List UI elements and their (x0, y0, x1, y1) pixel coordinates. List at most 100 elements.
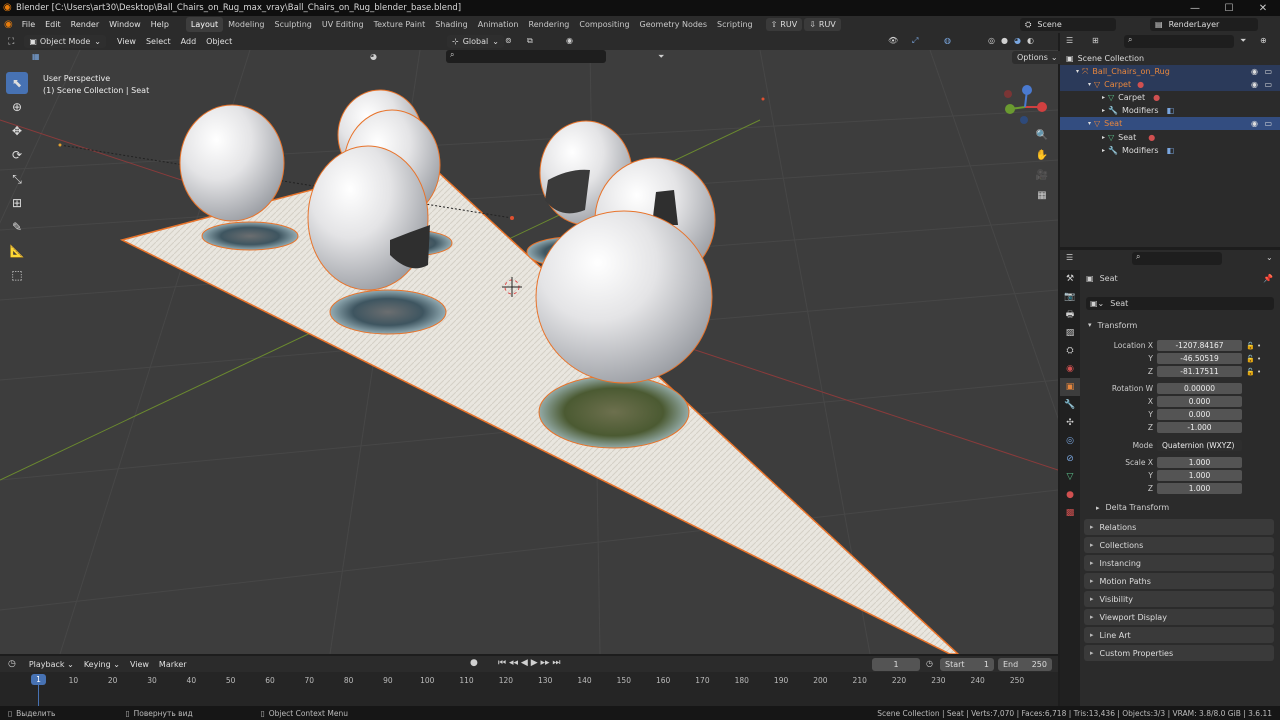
tab-uv-editing[interactable]: UV Editing (317, 17, 369, 32)
scale-z-field[interactable]: 1.000 (1157, 483, 1242, 494)
outliner-search-input[interactable]: ⌕ (1124, 35, 1234, 48)
lock-icon[interactable]: 🔓 • (1246, 340, 1270, 353)
scale-y-field[interactable]: 1.000 (1157, 470, 1242, 481)
location-y-field[interactable]: -46.50519 (1157, 353, 1242, 364)
playhead-frame[interactable]: 1 (31, 674, 46, 685)
menu-object[interactable]: Object (201, 37, 237, 46)
scale-x-field[interactable]: 1.000 (1157, 457, 1242, 468)
tab-texture-paint[interactable]: Texture Paint (369, 17, 431, 32)
visibility-icon[interactable]: 👁 (888, 36, 898, 45)
ball-chair[interactable] (535, 210, 713, 449)
next-keyframe-icon[interactable]: ▸▸ (541, 658, 550, 668)
ruv-button-2[interactable]: ⇩ RUV (804, 18, 841, 31)
filter-shading-icon[interactable]: ◕ (370, 52, 377, 61)
options-button[interactable]: Options ⌄ (1012, 51, 1063, 64)
close-button[interactable]: ✕ (1246, 0, 1280, 16)
current-frame-field[interactable]: 1 (872, 658, 920, 671)
editor-type-icon[interactable]: ⛶ (8, 37, 14, 47)
tab-texture[interactable]: ▩ (1060, 504, 1080, 522)
outliner-row-scene-collection[interactable]: ▣ Scene Collection (1060, 52, 1280, 65)
scene-selector[interactable]: ⛭ Scene (1020, 18, 1116, 31)
shading-rendered-icon[interactable]: ◐ (1027, 36, 1034, 45)
new-collection-icon[interactable]: ⊕ (1260, 36, 1267, 45)
jump-start-icon[interactable]: ⏮ (498, 658, 506, 668)
rotation-y-field[interactable]: 0.000 (1157, 409, 1242, 420)
outliner-row-carpet-modifiers[interactable]: ▸ 🔧 Modifiers ◧ (1060, 104, 1280, 117)
eye-icon[interactable]: ◉ (1251, 67, 1258, 76)
move-tool[interactable]: ✥ (6, 120, 28, 142)
object-name-field[interactable]: ▣⌄ Seat (1086, 297, 1274, 310)
select-tool[interactable]: ⬉ (6, 72, 28, 94)
camera-icon[interactable]: 🎥 (1034, 170, 1050, 190)
rotation-z-field[interactable]: -1.000 (1157, 422, 1242, 433)
playback-controls[interactable]: ⏮ ◂◂ ◀ ▶ ▸▸ ⏭ (498, 658, 561, 668)
menu-window[interactable]: Window (104, 20, 146, 29)
annotate-tool[interactable]: ✎ (6, 216, 28, 238)
outliner-row-seat-modifiers[interactable]: ▸ 🔧 Modifiers ◧ (1060, 144, 1280, 157)
menu-playback[interactable]: Playback ⌄ (24, 660, 79, 669)
section-visibility[interactable]: ▸ Visibility (1084, 591, 1274, 607)
lock-icon[interactable]: 🔓 • (1246, 366, 1270, 379)
tab-render[interactable]: 📷 (1060, 288, 1080, 306)
navigation-gizmo[interactable] (1000, 82, 1050, 132)
menu-edit[interactable]: Edit (40, 20, 66, 29)
outliner-row-seat-mesh[interactable]: ▸ ▽ Seat ● (1060, 131, 1280, 144)
section-instancing[interactable]: ▸ Instancing (1084, 555, 1274, 571)
pan-hand-icon[interactable]: ✋ (1034, 150, 1050, 170)
tab-layout[interactable]: Layout (185, 17, 224, 32)
properties-search-input[interactable]: ⌕ (1132, 252, 1222, 265)
filter-icon[interactable]: ⏷ (1240, 36, 1246, 46)
tab-modeling[interactable]: Modeling (223, 17, 269, 32)
orientation-selector[interactable]: ⊹ Global ⌄ (447, 35, 504, 48)
outliner-row-carpet[interactable]: ▾ ▽ Carpet ● ◉ ▭ (1060, 78, 1280, 91)
minimize-button[interactable]: — (1178, 0, 1212, 16)
location-z-field[interactable]: -81.17511 (1157, 366, 1242, 377)
overlay-icon[interactable]: ◍ (944, 36, 951, 45)
transform-tool[interactable]: ⊞ (6, 192, 28, 214)
tab-sculpting[interactable]: Sculpting (270, 17, 317, 32)
scale-tool[interactable]: ⤡ (6, 168, 28, 190)
tab-animation[interactable]: Animation (473, 17, 524, 32)
tab-geometry-nodes[interactable]: Geometry Nodes (635, 17, 712, 32)
shading-material-icon[interactable]: ◕ (1014, 36, 1021, 45)
chevron-down-icon[interactable]: ⌄ (1266, 253, 1273, 262)
play-reverse-icon[interactable]: ◀ (521, 658, 528, 668)
eye-icon[interactable]: ◉ (1251, 119, 1258, 128)
menu-help[interactable]: Help (146, 20, 174, 29)
outliner-row-seat[interactable]: ▾ ▽ Seat ◉ ▭ (1060, 117, 1280, 130)
camera-render-icon[interactable]: ▭ (1264, 119, 1272, 128)
section-custom-properties[interactable]: ▸ Custom Properties (1084, 645, 1274, 661)
outliner-row-ball-chairs[interactable]: ▾ ⤧ Ball_Chairs_on_Rug ◉ ▭ (1060, 65, 1280, 78)
menu-timeline-view[interactable]: View (125, 660, 154, 669)
menu-render[interactable]: Render (66, 20, 104, 29)
display-mode-icon[interactable]: ⊞ (1092, 36, 1099, 45)
shading-wireframe-icon[interactable]: ◎ (988, 36, 995, 45)
tab-shading[interactable]: Shading (430, 17, 473, 32)
search-input[interactable]: ⌕ (446, 50, 606, 63)
proportional-edit-icon[interactable]: ◉ (566, 36, 573, 45)
properties-editor-icon[interactable]: ☰ (1066, 253, 1073, 262)
camera-render-icon[interactable]: ▭ (1264, 80, 1272, 89)
menu-keying[interactable]: Keying ⌄ (79, 660, 125, 669)
outliner-editor-icon[interactable]: ☰ (1066, 36, 1073, 45)
tab-output[interactable]: 🖶 (1060, 306, 1080, 324)
record-icon[interactable]: ● (470, 658, 478, 668)
menu-select[interactable]: Select (141, 37, 176, 46)
rotation-mode-dropdown[interactable]: Quaternion (WXYZ)⌄ (1157, 440, 1242, 461)
rotation-x-field[interactable]: 0.000 (1157, 396, 1242, 407)
filter-icon[interactable]: ⏷ (658, 52, 664, 62)
camera-render-icon[interactable]: ▭ (1264, 67, 1272, 76)
menu-file[interactable]: File (17, 20, 40, 29)
select-box-mode-icon[interactable]: ▦ (32, 52, 40, 61)
viewport-scene[interactable] (0, 50, 1058, 654)
render-layer-selector[interactable]: ▤ RenderLayer (1150, 18, 1258, 31)
add-cube-tool[interactable]: ⬚ (6, 264, 28, 286)
mode-selector[interactable]: ▣ Object Mode ⌄ (24, 35, 106, 48)
cursor-tool[interactable]: ⊕ (6, 96, 28, 118)
measure-tool[interactable]: 📐 (6, 240, 28, 262)
rotation-w-field[interactable]: 0.00000 (1157, 383, 1242, 394)
outliner-row-carpet-mesh[interactable]: ▸ ▽ Carpet ● (1060, 91, 1280, 104)
start-frame-field[interactable]: Start 1 (940, 658, 994, 671)
menu-marker[interactable]: Marker (154, 660, 192, 669)
jump-end-icon[interactable]: ⏭ (552, 658, 560, 668)
